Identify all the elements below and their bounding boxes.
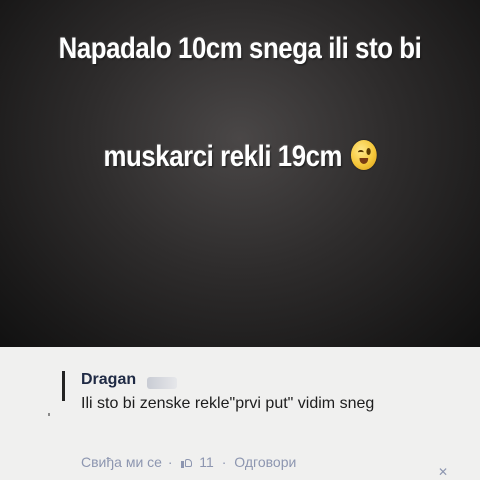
comment-section: Dragan Ili sto bi zenske rekle"prvi put"… (0, 347, 480, 480)
meme-caption-line-1: Napadalo 10cm snega ili sto bi (58, 32, 422, 65)
author-surname-redacted (147, 377, 177, 389)
thumbs-up-icon (181, 457, 193, 468)
comment-author-name[interactable]: Dragan (81, 371, 136, 389)
comment-edge-mark (62, 371, 65, 401)
separator-dot: · (167, 454, 173, 470)
winking-face-icon (350, 140, 377, 170)
like-count[interactable]: 11 (199, 454, 214, 470)
comment-text: Ili sto bi zenske rekle"prvi put" vidim … (81, 395, 375, 412)
meme-image: Napadalo 10cm snega ili sto bi muskarci … (0, 0, 480, 347)
separator-dot: · (221, 454, 227, 470)
meme-caption-line-2-text: muskarci rekli 19cm (103, 140, 343, 173)
speck (48, 413, 50, 416)
meme-caption-line-2: muskarci rekli 19cm (34, 140, 447, 174)
comment-actions: Свиђа ми се · 11 · Одговори (81, 454, 296, 470)
like-link[interactable]: Свиђа ми се (81, 454, 162, 470)
close-icon[interactable]: ✕ (438, 465, 448, 479)
reply-link[interactable]: Одговори (234, 454, 296, 470)
